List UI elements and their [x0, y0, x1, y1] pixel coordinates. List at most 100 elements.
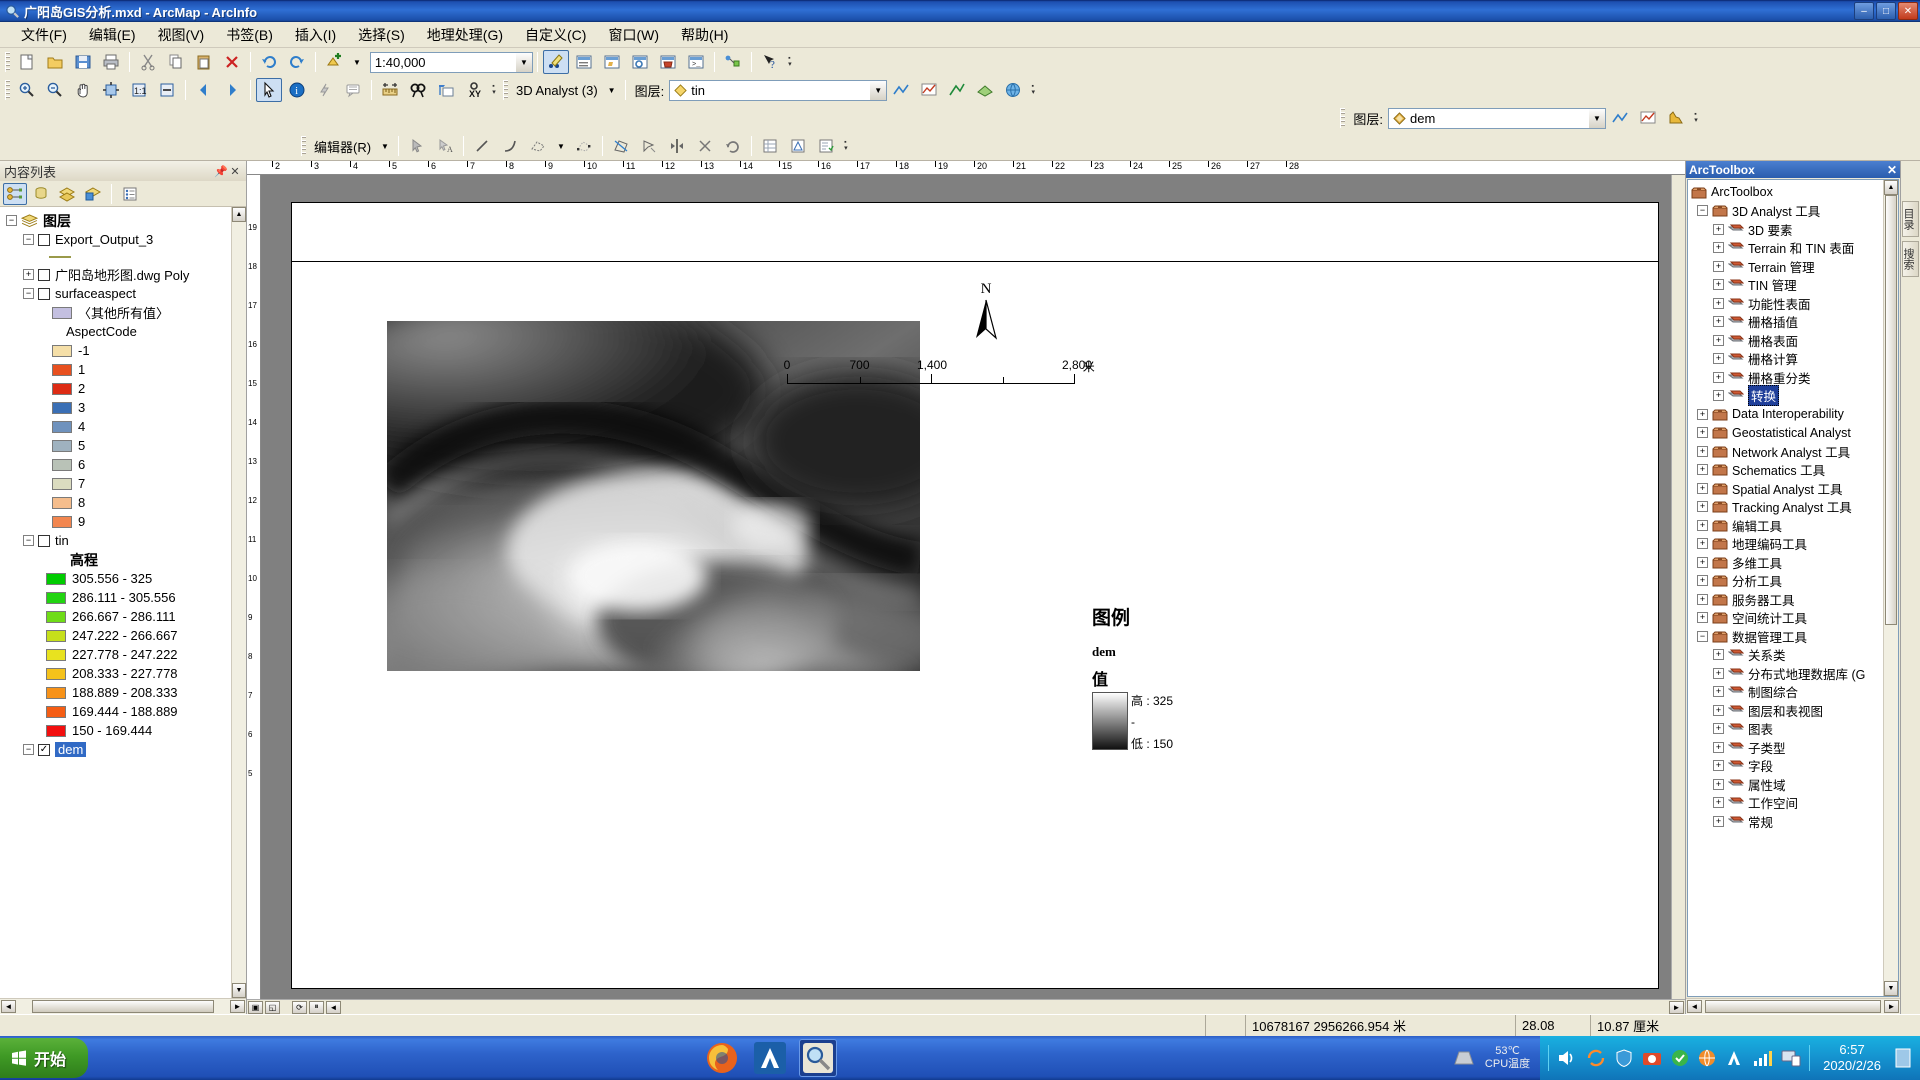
arctoolbox-item-expander-icon[interactable]: + — [1713, 261, 1724, 272]
list-by-selection-icon[interactable] — [81, 183, 105, 205]
find-icon[interactable] — [405, 78, 431, 102]
aspect-class-row[interactable]: 9 — [6, 512, 246, 531]
interpolate-line-icon[interactable] — [888, 78, 914, 102]
screenshot-icon[interactable] — [1453, 1048, 1475, 1068]
arctoolbox-hscroll-left-icon[interactable]: ◄ — [1687, 1000, 1702, 1013]
arctoolbox-item-expander-icon[interactable]: + — [1713, 723, 1724, 734]
tin-checkbox[interactable] — [38, 535, 50, 547]
map-scroll-left-icon[interactable]: ◄ — [326, 1001, 341, 1014]
full-extent-icon[interactable] — [98, 78, 124, 102]
toc-root-layers[interactable]: − 图层 — [6, 211, 246, 230]
network-signal-icon[interactable] — [1751, 1048, 1773, 1068]
rotate-icon[interactable] — [720, 134, 746, 158]
trace-chevron-icon[interactable]: ▼ — [552, 142, 570, 151]
cpu-temperature-widget[interactable]: 53℃ CPU温度 — [1481, 1045, 1534, 1071]
arctoolbox-item[interactable]: +Terrain 和 TIN 表面 — [1691, 239, 1898, 258]
toc-tree-body[interactable]: − 图层 − Export_Output_3 — [0, 207, 246, 998]
steepest-path-icon[interactable] — [944, 78, 970, 102]
analyst3d-layer-chevron-icon[interactable]: ▼ — [869, 81, 886, 100]
fixed-zoom-out-icon[interactable] — [154, 78, 180, 102]
toc-layer-dwg-polygon[interactable]: + 广阳岛地形图.dwg Poly — [6, 265, 246, 284]
layout-canvas[interactable]: N 07001,4002,800米 — [261, 175, 1671, 999]
analyst3d-layer-combo[interactable]: tin ▼ — [669, 80, 887, 101]
tin-class-row[interactable]: 305.556 - 325 — [6, 569, 246, 588]
analyst3d-chevron-icon[interactable]: ▼ — [603, 86, 621, 95]
close-button[interactable]: ✕ — [1898, 2, 1918, 20]
toc-scroll-up-icon[interactable]: ▲ — [232, 207, 246, 222]
arctoolbox-item-expander-icon[interactable]: + — [1697, 538, 1708, 549]
arctoolbox-item-expander-icon[interactable]: + — [1713, 224, 1724, 235]
fixed-zoom-in-icon[interactable]: 1:1 — [126, 78, 152, 102]
arctoolbox-window-icon[interactable] — [655, 50, 681, 74]
identify-icon[interactable]: i — [284, 78, 310, 102]
arctoolbox-item[interactable]: +制图综合 — [1691, 683, 1898, 702]
arctoolbox-item[interactable]: +图层和表视图 — [1691, 701, 1898, 720]
paste-icon[interactable] — [191, 50, 217, 74]
measure-icon[interactable] — [377, 78, 403, 102]
dem-expander-icon[interactable]: − — [23, 744, 34, 755]
arctoolbox-item[interactable]: +属性域 — [1691, 775, 1898, 794]
map-scale-combo[interactable]: 1:40,000 ▼ — [370, 52, 533, 73]
aspect-class-row[interactable]: 1 — [6, 360, 246, 379]
arctoolbox-item-expander-icon[interactable]: + — [1713, 649, 1724, 660]
print-icon[interactable] — [98, 50, 124, 74]
arctoolbox-tree-body[interactable]: ArcToolbox −3D Analyst 工具+3D 要素+Terrain … — [1687, 179, 1899, 997]
surfaceaspect-checkbox[interactable] — [38, 288, 50, 300]
arctoolbox-item[interactable]: +图表 — [1691, 720, 1898, 739]
arcglobe-icon[interactable] — [1000, 78, 1026, 102]
tin-expander-icon[interactable]: − — [23, 535, 34, 546]
dem-layer-chevron-icon[interactable]: ▼ — [1588, 109, 1605, 128]
go-forward-extent-icon[interactable] — [219, 78, 245, 102]
create-features-icon[interactable] — [813, 134, 839, 158]
arctoolbox-item[interactable]: +Network Analyst 工具 — [1691, 442, 1898, 461]
camera-icon[interactable] — [1641, 1048, 1663, 1068]
maximize-button[interactable]: □ — [1876, 2, 1896, 20]
dem-histogram-icon[interactable] — [1663, 106, 1689, 130]
list-by-drawing-order-icon[interactable] — [3, 183, 27, 205]
analyst3d-extension-label[interactable]: 3D Analyst (3) — [511, 83, 603, 98]
menu-window[interactable]: 窗口(W) — [597, 22, 670, 48]
menu-help[interactable]: 帮助(H) — [670, 22, 739, 48]
sync-icon[interactable] — [1585, 1048, 1607, 1068]
arctoolbox-item[interactable]: +转换 — [1691, 387, 1898, 406]
show-desktop-icon[interactable] — [1894, 1047, 1912, 1069]
surfaceaspect-expander-icon[interactable]: − — [23, 288, 34, 299]
arctoolbox-item[interactable]: +子类型 — [1691, 738, 1898, 757]
arctoolbox-item-expander-icon[interactable]: + — [1713, 335, 1724, 346]
arctoolbox-item-expander-icon[interactable]: + — [1713, 779, 1724, 790]
arctoolbox-item-expander-icon[interactable]: + — [1713, 242, 1724, 253]
export-output-checkbox[interactable] — [38, 234, 50, 246]
undo-icon[interactable] — [256, 50, 282, 74]
notification-icon[interactable] — [1670, 1048, 1690, 1068]
curve-segment-icon[interactable] — [497, 134, 523, 158]
straight-segment-icon[interactable] — [469, 134, 495, 158]
menu-edit[interactable]: 编辑(E) — [78, 22, 147, 48]
firefox-icon[interactable] — [703, 1039, 741, 1077]
scale-bar[interactable]: 07001,4002,800米 — [787, 358, 1077, 384]
dem-layer-combo[interactable]: dem ▼ — [1388, 108, 1606, 129]
search-window-icon[interactable] — [627, 50, 653, 74]
arctoolbox-item[interactable]: +多维工具 — [1691, 553, 1898, 572]
tin-class-row[interactable]: 286.111 - 305.556 — [6, 588, 246, 607]
modelbuilder-icon[interactable] — [720, 50, 746, 74]
arctoolbox-item[interactable]: −3D Analyst 工具 — [1691, 202, 1898, 221]
taskbar-clock[interactable]: 6:57 2020/2/26 — [1817, 1042, 1887, 1074]
cut-icon[interactable] — [135, 50, 161, 74]
close-icon[interactable]: ✕ — [1887, 163, 1897, 177]
arctoolbox-item-expander-icon[interactable]: + — [1697, 483, 1708, 494]
arctoolbox-item-expander-icon[interactable]: + — [1713, 298, 1724, 309]
arctoolbox-scroll-thumb[interactable] — [1885, 195, 1897, 625]
arctoolbox-item[interactable]: +常规 — [1691, 812, 1898, 831]
menu-bookmarks[interactable]: 书签(B) — [215, 22, 284, 48]
map-legend[interactable]: 图例 dem 值 高 : 325 - 低 : 150 — [1092, 603, 1173, 752]
tin-class-row[interactable]: 247.222 - 266.667 — [6, 626, 246, 645]
arctoolbox-item-expander-icon[interactable]: + — [1697, 612, 1708, 623]
arctoolbox-item[interactable]: +Tracking Analyst 工具 — [1691, 498, 1898, 517]
arctoolbox-item[interactable]: +编辑工具 — [1691, 516, 1898, 535]
arctoolbox-item[interactable]: +服务器工具 — [1691, 590, 1898, 609]
arctoolbox-item[interactable]: +Geostatistical Analyst — [1691, 424, 1898, 443]
arctoolbox-item-expander-icon[interactable]: + — [1697, 409, 1708, 420]
monitor-icon[interactable] — [1780, 1048, 1802, 1068]
arctoolbox-item[interactable]: +功能性表面 — [1691, 294, 1898, 313]
aspect-class-row[interactable]: 5 — [6, 436, 246, 455]
